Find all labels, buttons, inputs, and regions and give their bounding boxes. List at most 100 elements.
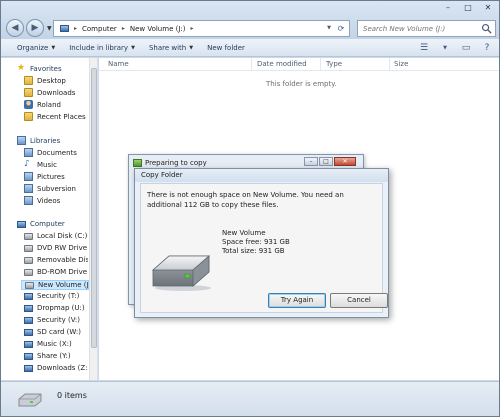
sidebar-item-label: Removable Disk (	[37, 256, 88, 264]
navigation-scrollbar[interactable]	[89, 58, 97, 380]
documents-icon	[24, 148, 33, 157]
sidebar-item-label: SD card (W:)	[37, 328, 81, 336]
pictures-icon	[24, 172, 33, 181]
sidebar-item-label: Subversion	[37, 184, 76, 193]
column-type[interactable]: Type	[326, 60, 342, 68]
maximize-button[interactable]: □	[319, 157, 333, 166]
column-name[interactable]: Name	[108, 60, 129, 68]
sidebar-item-drive-d[interactable]: DVD RW Drive (D	[24, 244, 88, 252]
user-icon	[24, 100, 33, 109]
sidebar-item-videos[interactable]: Videos	[24, 196, 88, 205]
address-bar[interactable]: ▸ Computer ▸ New Volume (J:) ▸ ▼ ⟳	[53, 20, 350, 37]
sidebar-item-music[interactable]: ♪ Music	[24, 160, 88, 169]
address-separator[interactable]: ▸	[190, 25, 193, 32]
sidebar-item-label: New Volume (J:)	[38, 281, 89, 289]
sidebar-item-documents[interactable]: Documents	[24, 148, 88, 157]
search-icon[interactable]	[481, 23, 492, 34]
sidebar-item-label: BD-ROM Drive (I:	[37, 268, 88, 276]
chevron-down-icon: ▼	[189, 44, 194, 51]
recent-pages-dropdown[interactable]: ▼	[47, 25, 52, 32]
sidebar-item-roland[interactable]: Roland	[24, 100, 88, 109]
sidebar-item-recent-places[interactable]: Recent Places	[24, 112, 88, 121]
sidebar-item-security-v[interactable]: Security (V:)	[24, 316, 88, 324]
sidebar-item-desktop[interactable]: Desktop	[24, 76, 88, 85]
sidebar-item-sd-card[interactable]: SD card (W:)	[24, 328, 88, 336]
address-segment-volume[interactable]: New Volume (J:)	[130, 25, 186, 33]
dvd-drive-icon	[24, 244, 33, 252]
computer-label: Computer	[30, 220, 65, 228]
column-divider[interactable]	[251, 58, 252, 70]
forward-button[interactable]: ▶	[26, 19, 44, 37]
network-drive-icon	[24, 364, 33, 372]
organize-button[interactable]: Organize ▼	[10, 44, 62, 52]
explorer-window: – □ ✕ ◀ ▶ ▼ ▸ Computer ▸ New Volume (J:)…	[0, 0, 500, 417]
sidebar-item-dropmap[interactable]: Dropmap (U:)	[24, 304, 88, 312]
sidebar-item-downloads[interactable]: Downloads	[24, 88, 88, 97]
scrollbar-thumb[interactable]	[91, 68, 97, 348]
sidebar-item-label: Pictures	[37, 172, 65, 181]
videos-icon	[24, 196, 33, 205]
column-divider[interactable]	[389, 58, 390, 70]
address-segment-computer[interactable]: Computer	[82, 25, 117, 33]
close-button[interactable]: ✕	[483, 3, 493, 13]
network-drive-icon	[24, 304, 33, 312]
sidebar-item-label: Downloads	[37, 88, 76, 97]
close-button[interactable]: ✕	[334, 157, 356, 166]
organize-label: Organize	[17, 43, 49, 52]
network-drive-icon	[24, 340, 33, 348]
network-drive-icon	[24, 316, 33, 324]
search-input[interactable]	[363, 24, 481, 33]
include-in-library-button[interactable]: Include in library ▼	[62, 44, 142, 52]
sidebar-item-label: Share (Y:)	[37, 352, 71, 360]
new-folder-label: New folder	[207, 43, 245, 52]
sidebar-item-subversion[interactable]: Subversion	[24, 184, 88, 193]
address-separator[interactable]: ▸	[122, 25, 125, 32]
maximize-button[interactable]: □	[463, 3, 473, 13]
refresh-icon[interactable]: ⟳	[335, 23, 347, 35]
column-size[interactable]: Size	[394, 60, 408, 68]
toolbar-right: ☰ ▼ ▭ ?	[418, 42, 493, 54]
sidebar-item-music-x[interactable]: Music (X:)	[24, 340, 88, 348]
sidebar-item-new-volume[interactable]: New Volume (J:)	[21, 280, 89, 290]
volume-info: New Volume Space free: 931 GB Total size…	[222, 229, 290, 256]
column-date-modified[interactable]: Date modified	[257, 60, 307, 68]
sidebar-item-bd-rom[interactable]: BD-ROM Drive (I:	[24, 268, 88, 276]
sidebar-item-removable[interactable]: Removable Disk (	[24, 256, 88, 264]
sidebar-item-share-y[interactable]: Share (Y:)	[24, 352, 88, 360]
sidebar-item-label: Security (T:)	[37, 292, 80, 300]
dialog-body: There is not enough space on New Volume.…	[140, 183, 388, 313]
share-with-button[interactable]: Share with ▼	[142, 44, 200, 52]
network-drive-icon	[24, 352, 33, 360]
new-folder-button[interactable]: New folder	[200, 44, 252, 52]
try-again-button[interactable]: Try Again	[268, 293, 326, 308]
favorites-group[interactable]: ★ Favorites	[17, 64, 62, 73]
recent-places-icon	[24, 112, 33, 121]
sidebar-item-label: Documents	[37, 148, 77, 157]
view-options-icon[interactable]: ☰	[418, 42, 430, 54]
cancel-button[interactable]: Cancel	[330, 293, 388, 308]
sidebar-item-label: DVD RW Drive (D	[37, 244, 88, 252]
sidebar-item-security-t[interactable]: Security (T:)	[24, 292, 88, 300]
address-separator[interactable]: ▸	[74, 25, 77, 32]
back-button[interactable]: ◀	[6, 19, 24, 37]
help-icon[interactable]: ?	[481, 42, 493, 54]
sidebar-item-drive-c[interactable]: Local Disk (C:)	[24, 232, 88, 240]
libraries-group[interactable]: Libraries	[17, 136, 60, 145]
sidebar-item-pictures[interactable]: Pictures	[24, 172, 88, 181]
navigation-pane: ★ Favorites Desktop Downloads Roland Rec…	[1, 58, 98, 380]
address-dropdown-icon[interactable]: ▼	[327, 25, 331, 31]
computer-group[interactable]: Computer	[17, 220, 65, 228]
sidebar-item-label: Dropmap (U:)	[37, 304, 85, 312]
column-divider[interactable]	[320, 58, 321, 70]
view-dropdown-icon[interactable]: ▼	[439, 42, 451, 54]
minimize-button[interactable]: –	[443, 3, 453, 13]
search-box[interactable]	[357, 20, 496, 37]
sidebar-item-downloads-z[interactable]: Downloads (Z:)	[24, 364, 88, 372]
title-bar: – □ ✕ ◀ ▶ ▼ ▸ Computer ▸ New Volume (J:)…	[1, 1, 499, 39]
drive-icon	[24, 232, 33, 240]
preview-pane-icon[interactable]: ▭	[460, 42, 472, 54]
sidebar-item-label: Local Disk (C:)	[37, 232, 88, 240]
copy-icon	[133, 159, 142, 167]
chevron-down-icon: ▼	[131, 44, 135, 51]
minimize-button[interactable]: –	[304, 157, 318, 166]
